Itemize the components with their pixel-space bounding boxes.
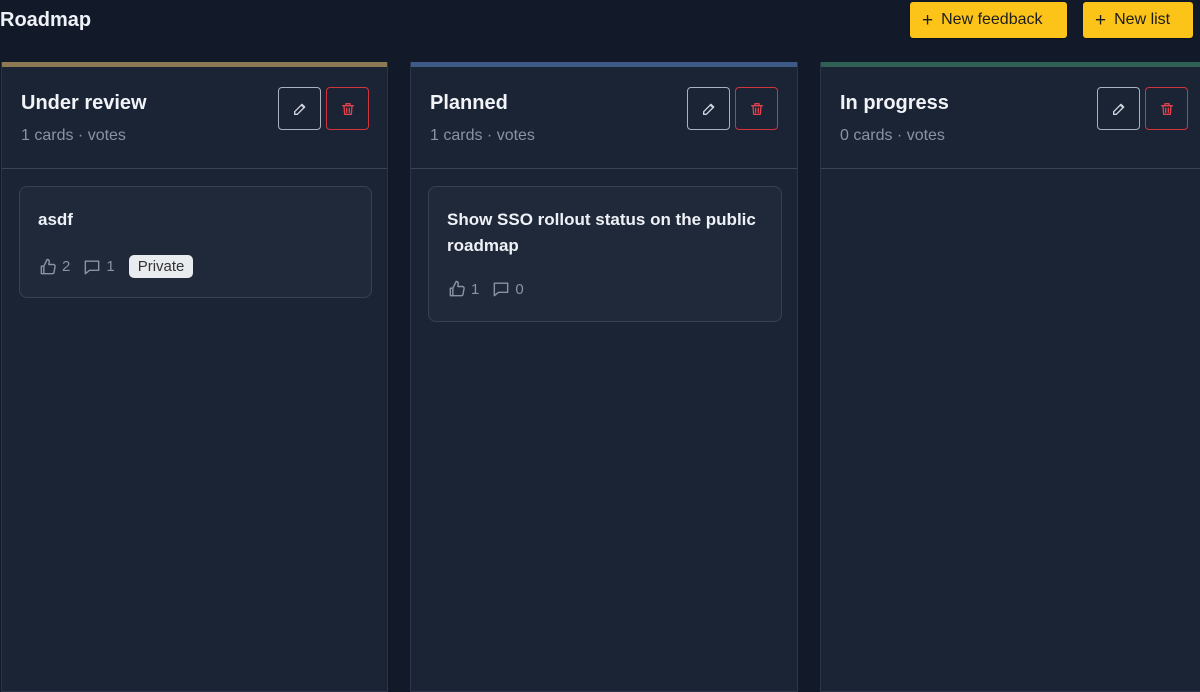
comment-icon: [493, 282, 509, 297]
vote-count: 2: [38, 257, 70, 277]
pencil-icon: [1112, 103, 1124, 115]
card-stats: 2 1 Private: [38, 255, 194, 278]
top-bar: Roadmap + New feedback + New list: [0, 0, 1200, 48]
column-meta: 0 cards · votes: [840, 127, 945, 144]
pencil-icon: [702, 103, 714, 115]
thumbs-up-icon: [449, 280, 465, 297]
delete-column-button[interactable]: [735, 87, 778, 130]
new-list-button[interactable]: + New list: [1083, 2, 1193, 38]
column-planned: Planned 1 cards · votes Show SSO rollout…: [410, 62, 798, 692]
column-in-progress: In progress 0 cards · votes: [820, 62, 1200, 692]
column-header: Planned 1 cards · votes: [411, 67, 797, 169]
page-title: Roadmap: [0, 9, 92, 31]
column-title: In progress: [840, 92, 949, 114]
feedback-card[interactable]: Show SSO rollout status on the public ro…: [428, 186, 782, 322]
comment-icon: [84, 259, 100, 274]
column-title: Under review: [21, 92, 147, 114]
column-meta: 1 cards · votes: [21, 127, 126, 144]
new-list-label: New list: [1114, 11, 1171, 28]
card-title: Show SSO rollout status on the public ro…: [447, 210, 756, 255]
column-header: Under review 1 cards · votes: [2, 67, 387, 169]
trash-icon: [341, 102, 354, 115]
edit-column-button[interactable]: [1097, 87, 1140, 130]
card-stats: 1 0: [447, 279, 536, 299]
card-title: asdf: [38, 210, 73, 229]
new-feedback-label: New feedback: [941, 11, 1043, 28]
comment-count: 1: [82, 257, 115, 277]
comment-count: 0: [491, 279, 524, 299]
column-header: In progress 0 cards · votes: [821, 67, 1200, 169]
column-under-review: Under review 1 cards · votes asdf 2 1 Pr…: [1, 62, 388, 692]
new-feedback-button[interactable]: + New feedback: [910, 2, 1067, 38]
vote-count-value: 2: [62, 258, 71, 275]
vote-count-value: 1: [471, 280, 480, 298]
comment-count-value: 1: [106, 258, 115, 275]
delete-column-button[interactable]: [1145, 87, 1188, 130]
column-title: Planned: [430, 92, 508, 114]
trash-icon: [750, 102, 763, 115]
plus-icon: +: [1095, 9, 1107, 31]
comment-count-value: 0: [515, 280, 524, 298]
pencil-icon: [293, 103, 305, 115]
plus-icon: +: [922, 9, 934, 31]
column-meta: 1 cards · votes: [430, 127, 535, 144]
vote-count: 1: [447, 279, 479, 299]
feedback-card[interactable]: asdf 2 1 Private: [19, 186, 372, 298]
trash-icon: [1160, 102, 1173, 115]
thumbs-up-icon: [40, 258, 56, 274]
edit-column-button[interactable]: [687, 87, 730, 130]
delete-column-button[interactable]: [326, 87, 369, 130]
private-badge: Private: [128, 255, 194, 278]
edit-column-button[interactable]: [278, 87, 321, 130]
